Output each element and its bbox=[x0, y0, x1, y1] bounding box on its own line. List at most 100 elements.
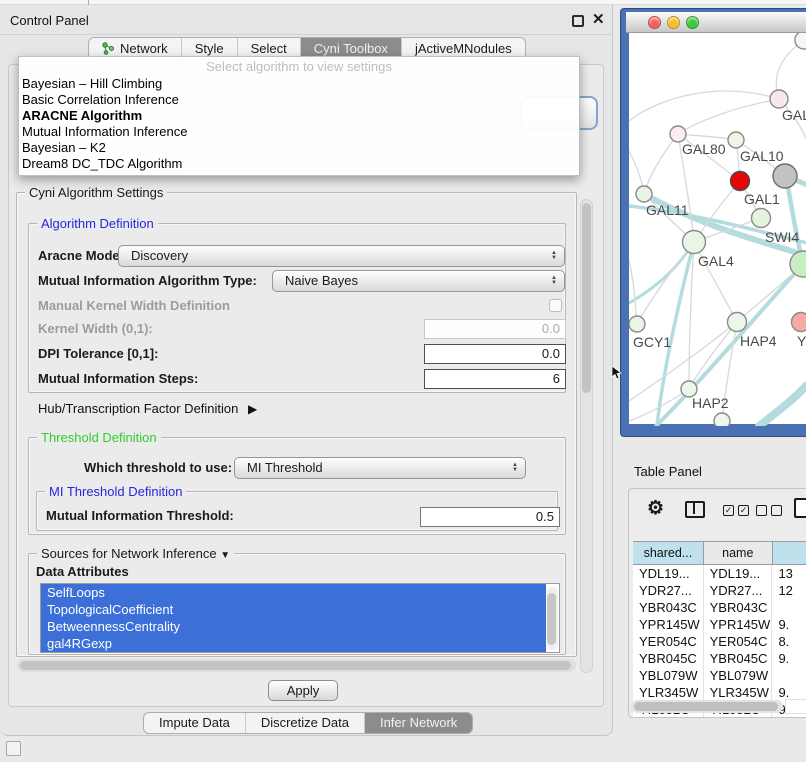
table-row[interactable]: YPR145WYPR145W9. bbox=[633, 616, 806, 633]
minimized-panel-icon[interactable] bbox=[6, 741, 21, 756]
attributes-scrollbar-thumb[interactable] bbox=[547, 593, 556, 645]
table-cell: 9. bbox=[772, 616, 806, 633]
attribute-item[interactable]: TopologicalCoefficient bbox=[41, 601, 546, 618]
algorithm-option[interactable]: Basic Correlation Inference bbox=[19, 92, 579, 108]
settings-hscrollbar-thumb[interactable] bbox=[20, 661, 571, 670]
attributes-scrollbar[interactable] bbox=[547, 587, 558, 650]
control-panel: Control Panel ✕ Network Style Select Cyn… bbox=[0, 5, 613, 736]
which-threshold-combobox[interactable]: MI Threshold ▲▼ bbox=[234, 457, 526, 479]
table-panel: ⚙ ✓✓ shared... name YDL19...YDL19...13YD… bbox=[628, 488, 806, 718]
table-row[interactable]: YDR27...YDR27...12 bbox=[633, 582, 806, 599]
node-gcy1[interactable] bbox=[629, 316, 645, 332]
table-row[interactable]: YBR045CYBR045C9. bbox=[633, 650, 806, 667]
mi-steps-field[interactable]: 6 bbox=[424, 369, 566, 389]
node-gal4[interactable] bbox=[683, 231, 706, 254]
node-gal1[interactable] bbox=[752, 209, 771, 228]
network-window-titlebar[interactable] bbox=[626, 12, 806, 33]
network-edge[interactable] bbox=[629, 261, 637, 324]
aracne-mode-combobox[interactable]: Discovery ▲▼ bbox=[118, 245, 565, 267]
node-label: GAL10 bbox=[740, 148, 784, 164]
node-hap4[interactable] bbox=[728, 313, 747, 332]
network-view-window[interactable]: GALGAL80GAL10GAL1GAL11SWI4GAL4GCY1HAP4YH… bbox=[620, 8, 806, 437]
network-edge[interactable] bbox=[644, 134, 678, 194]
network-edge[interactable] bbox=[689, 322, 737, 389]
expander-arrow-right-icon: ▶ bbox=[242, 402, 257, 416]
node-salmon[interactable] bbox=[792, 313, 806, 332]
data-attributes-list[interactable]: SelfLoopsTopologicalCoefficientBetweenne… bbox=[40, 583, 560, 653]
network-edge[interactable] bbox=[656, 264, 803, 426]
node-gal-pink[interactable] bbox=[770, 90, 788, 108]
algorithm-option[interactable]: Bayesian – K2 bbox=[19, 140, 579, 156]
table-row[interactable]: YDL19...YDL19...13 bbox=[633, 565, 806, 582]
hub-expander-label: Hub/Transcription Factor Definition bbox=[38, 401, 238, 416]
node-bottom-partial[interactable] bbox=[714, 413, 730, 426]
attribute-item[interactable]: gal4RGexp bbox=[41, 635, 546, 652]
control-panel-title: Control Panel bbox=[10, 8, 89, 34]
expander-arrow-down-icon[interactable]: ▼ bbox=[220, 550, 230, 561]
tab-infer-network[interactable]: Infer Network bbox=[364, 713, 472, 733]
mouse-cursor bbox=[612, 366, 624, 380]
hub-expander[interactable]: Hub/Transcription Factor Definition ▶ bbox=[38, 401, 257, 416]
minimize-traffic-light-icon[interactable] bbox=[667, 16, 680, 29]
manual-kernel-checkbox[interactable] bbox=[549, 299, 562, 312]
kernel-width-field[interactable]: 0.0 bbox=[424, 319, 566, 339]
table-row[interactable]: YBL079WYBL079W bbox=[633, 667, 806, 684]
algorithm-dropdown-list: Bayesian – Hill ClimbingBasic Correlatio… bbox=[19, 76, 579, 172]
node-gray[interactable] bbox=[773, 164, 797, 188]
node-gal10[interactable] bbox=[728, 132, 744, 148]
algorithm-option[interactable]: Bayesian – Hill Climbing bbox=[19, 76, 579, 92]
table-row[interactable]: YBR043CYBR043C bbox=[633, 599, 806, 616]
algorithm-option[interactable]: Mutual Information Inference bbox=[19, 124, 579, 140]
network-canvas[interactable]: GALGAL80GAL10GAL1GAL11SWI4GAL4GCY1HAP4YH… bbox=[629, 33, 806, 424]
network-edge[interactable] bbox=[759, 385, 806, 426]
which-threshold-label: Which threshold to use: bbox=[84, 457, 232, 479]
network-icon bbox=[102, 42, 115, 55]
table-cell bbox=[772, 667, 806, 684]
table-hscrollbar-thumb[interactable] bbox=[634, 702, 778, 711]
table-row[interactable]: YER054CYER054C8. bbox=[633, 633, 806, 650]
network-edge[interactable] bbox=[629, 242, 694, 303]
gear-icon[interactable]: ⚙ bbox=[647, 497, 664, 520]
column-header-partial[interactable] bbox=[773, 542, 806, 564]
float-panel-icon[interactable] bbox=[572, 15, 584, 27]
zoom-traffic-light-icon[interactable] bbox=[686, 16, 699, 29]
column-header-shared-name[interactable]: shared... bbox=[633, 542, 704, 564]
tab-impute-data[interactable]: Impute Data bbox=[144, 713, 245, 733]
attribute-item[interactable]: SelfLoops bbox=[41, 584, 546, 601]
tab-discretize-data[interactable]: Discretize Data bbox=[245, 713, 364, 733]
column-header-name[interactable]: name bbox=[704, 542, 773, 564]
table-cell: YER054C bbox=[633, 633, 704, 650]
close-traffic-light-icon[interactable] bbox=[648, 16, 661, 29]
mi-type-combobox[interactable]: Naive Bayes ▲▼ bbox=[272, 270, 565, 292]
node-gal80[interactable] bbox=[670, 126, 686, 142]
settings-hscrollbar[interactable] bbox=[17, 659, 576, 672]
node-gal11[interactable] bbox=[636, 186, 652, 202]
table-cell: YBR043C bbox=[704, 599, 773, 616]
deselect-all-checkboxes-icon[interactable] bbox=[756, 505, 782, 516]
cyni-bottom-tabbar: Impute Data Discretize Data Infer Networ… bbox=[143, 712, 473, 734]
algorithm-option[interactable]: Dream8 DC_TDC Algorithm bbox=[19, 156, 579, 172]
node-red-selected[interactable] bbox=[731, 172, 750, 191]
new-table-icon[interactable] bbox=[794, 498, 806, 518]
table-panel-title: Table Panel bbox=[634, 464, 702, 479]
node-label: GAL1 bbox=[744, 191, 780, 207]
algorithm-option[interactable]: ARACNE Algorithm bbox=[19, 108, 579, 124]
network-edge[interactable] bbox=[678, 99, 779, 134]
columns-view-icon[interactable] bbox=[685, 501, 705, 518]
select-all-checkboxes-icon[interactable]: ✓✓ bbox=[723, 505, 749, 516]
table-scroll-corner bbox=[785, 699, 806, 714]
table-row[interactable]: YLR345WYLR345W9. bbox=[633, 684, 806, 701]
network-edge[interactable] bbox=[629, 91, 779, 121]
node-top-partial[interactable] bbox=[795, 33, 806, 49]
attribute-item[interactable]: BetweennessCentrality bbox=[41, 618, 546, 635]
dpi-tolerance-field[interactable]: 0.0 bbox=[424, 344, 566, 364]
network-edge[interactable] bbox=[678, 134, 736, 140]
apply-button[interactable]: Apply bbox=[268, 680, 338, 701]
spinner-arrows-icon: ▲▼ bbox=[509, 459, 521, 477]
mi-threshold-field[interactable]: 0.5 bbox=[420, 507, 560, 527]
settings-vscrollbar[interactable] bbox=[580, 199, 593, 673]
table-hscrollbar[interactable] bbox=[631, 700, 783, 713]
settings-vscrollbar-thumb[interactable] bbox=[582, 203, 591, 393]
table-cell: YBR045C bbox=[633, 650, 704, 667]
close-panel-icon[interactable]: ✕ bbox=[592, 10, 605, 28]
